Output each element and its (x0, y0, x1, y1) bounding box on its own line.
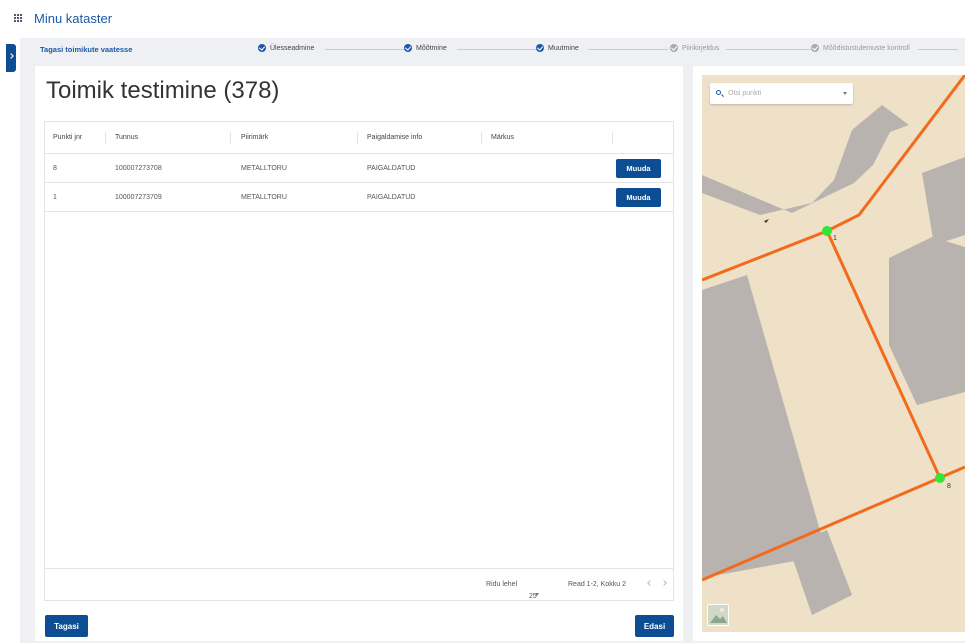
table-header: Punkti jnr Tunnus Piirimärk Paigaldamise… (45, 122, 673, 154)
step-muutmine[interactable]: Muutmine (536, 44, 579, 52)
step-pending-icon (811, 44, 819, 52)
map-layer-switch-button[interactable] (707, 604, 729, 626)
map-building (702, 105, 909, 215)
table-pagination: Ridu lehel 25 Read 1-2, Kokku 2 (45, 568, 673, 600)
table-row[interactable]: 1 100007273709 METALLTORU PAIGALDATUD Mu… (45, 183, 673, 212)
step-connector (588, 49, 668, 50)
step-mootmine[interactable]: Mõõtmine (404, 44, 447, 52)
point-label-8: 8 (947, 483, 951, 490)
table-row[interactable]: 8 100007273708 METALLTORU PAIGALDATUD Mu… (45, 154, 673, 183)
edit-step-icon (536, 44, 544, 52)
page-title: Toimik testimine (378) (46, 77, 280, 104)
check-icon (258, 44, 266, 52)
next-button[interactable]: Edasi (635, 615, 674, 637)
step-label: Ülesseadmine (270, 44, 315, 52)
sidebar-toggle-button[interactable] (6, 44, 16, 72)
chevron-down-icon (843, 92, 847, 95)
map-building (889, 237, 965, 405)
column-header-jnr[interactable]: Punkti jnr (53, 122, 82, 153)
map-panel: 1 8 Otsi punkti (693, 66, 965, 641)
search-icon (716, 90, 721, 95)
check-icon (404, 44, 412, 52)
app-title[interactable]: Minu kataster (34, 11, 112, 26)
layers-icon (708, 605, 728, 625)
top-bar: Minu kataster (0, 0, 965, 36)
rows-per-page-label: Ridu lehel (486, 581, 518, 588)
edit-button[interactable]: Muuda (616, 159, 661, 178)
step-pending-icon (670, 44, 678, 52)
step-connector (726, 49, 811, 50)
points-table: Punkti jnr Tunnus Piirimärk Paigaldamise… (44, 121, 674, 601)
step-piirikirjeldus[interactable]: Piirikirjeldus (670, 44, 719, 52)
map-layer (702, 75, 965, 615)
step-ulesseadmine[interactable]: Ülesseadmine (258, 44, 314, 52)
boundary-point-8[interactable] (935, 473, 945, 483)
step-label: Muutmine (548, 44, 579, 52)
chevron-right-icon (8, 53, 14, 59)
back-button[interactable]: Tagasi (45, 615, 88, 637)
chevron-down-icon (535, 593, 539, 596)
column-header-tunnus[interactable]: Tunnus (115, 122, 138, 153)
toimik-panel: Toimik testimine (378) Punkti jnr Tunnus… (35, 66, 683, 641)
cell-info: PAIGALDATUD (367, 193, 416, 201)
map-building (788, 530, 852, 615)
point-label-1: 1 (833, 235, 837, 242)
range-text: Read 1-2, Kokku 2 (568, 581, 626, 588)
step-label: Mõõdistustulemuste kontroll (823, 44, 910, 52)
cell-tunnus: 100007273708 (115, 164, 162, 172)
step-connector (457, 49, 537, 50)
next-page-icon[interactable] (661, 580, 667, 586)
cell-jnr: 1 (53, 193, 57, 201)
back-to-list-link[interactable]: Tagasi toimikute vaatesse (40, 45, 132, 54)
apps-grid-icon[interactable] (14, 14, 22, 22)
cell-piirimark: METALLTORU (241, 193, 287, 201)
column-header-markus[interactable]: Märkus (491, 122, 514, 153)
map-building (922, 157, 965, 245)
map-arrow-marker (764, 219, 769, 223)
edit-button[interactable]: Muuda (616, 188, 661, 207)
step-connector (918, 49, 958, 50)
cell-tunnus: 100007273709 (115, 193, 162, 201)
step-label: Mõõtmine (416, 44, 447, 52)
step-connector (325, 49, 405, 50)
step-moodistustulemuste-kontroll[interactable]: Mõõdistustulemuste kontroll (811, 44, 910, 52)
cell-info: PAIGALDATUD (367, 164, 416, 172)
column-header-piirimark[interactable]: Piirimärk (241, 122, 268, 153)
stepper: Tagasi toimikute vaatesse Ülesseadmine M… (20, 38, 965, 60)
search-placeholder: Otsi punkti (728, 90, 762, 97)
step-label: Piirikirjeldus (682, 44, 720, 52)
boundary-point-1[interactable] (822, 226, 832, 236)
column-header-paigaldamise-info[interactable]: Paigaldamise info (367, 122, 422, 153)
cell-jnr: 8 (53, 164, 57, 172)
map-building (702, 275, 827, 578)
map-canvas[interactable]: 1 8 Otsi punkti (702, 75, 965, 632)
prev-page-icon[interactable] (647, 580, 653, 586)
map-point-search[interactable]: Otsi punkti (710, 83, 853, 104)
cell-piirimark: METALLTORU (241, 164, 287, 172)
